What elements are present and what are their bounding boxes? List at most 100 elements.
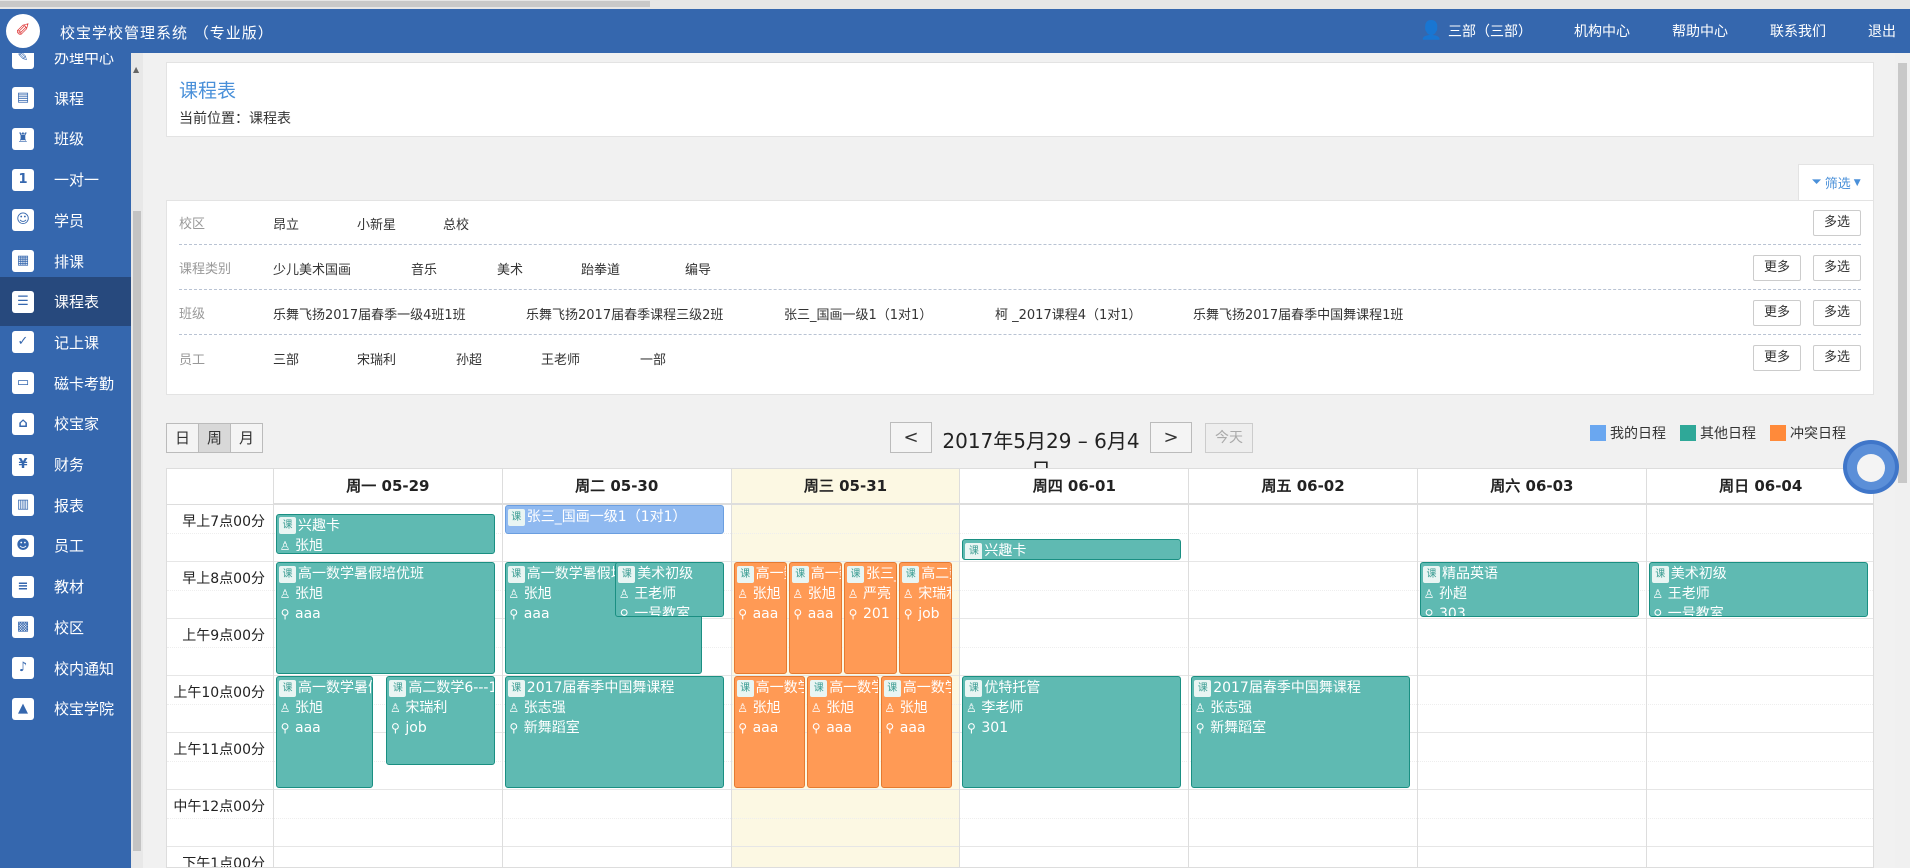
day-header[interactable]: 周一 05-29 [273,469,502,504]
timetable-icon: ☰ [12,290,34,313]
filter-button[interactable]: ⏷ 筛选 ▼ [1798,164,1874,200]
day-header[interactable]: 周二 05-30 [501,469,731,504]
bell-icon: ♪ [12,657,34,679]
filter-option[interactable]: 张三_国画一级1（1对1） [784,304,932,323]
today-button[interactable]: 今天 [1205,423,1253,453]
event-title-row: 课高一数学暑假培优班 [883,678,951,698]
multi-select-button[interactable]: 多选 [1813,210,1861,236]
filter-option[interactable]: 乐舞飞扬2017届春季课程三级2班 [526,304,723,323]
sidebar-scrollbar[interactable]: ▲ [131,53,143,868]
filter-option[interactable]: 柯 _2017课程4（1对1） [995,304,1142,323]
window-horizontal-scrollbar[interactable] [0,0,1910,9]
calendar-event[interactable]: 课高二数学6---10人大师班 ♙ 宋瑞利 ⚲ job [899,562,953,674]
next-week-button[interactable]: > [1150,422,1192,453]
sidebar-scroll-thumb[interactable] [133,211,141,851]
multi-select-button[interactable]: 多选 [1813,300,1861,326]
calendar-event[interactable]: 课高一数学暑假培优班♙张旭⚲aaa [276,562,495,674]
help-assistant-button[interactable] [1843,440,1899,494]
event-room: aaa [295,606,321,622]
filter-option[interactable]: 总校 [443,214,469,233]
calendar-event[interactable]: 课兴趣卡 [962,539,1182,560]
course-tag-icon: 课 [1194,679,1212,697]
multi-select-button[interactable]: 多选 [1813,255,1861,281]
link-contact[interactable]: 联系我们 [1770,21,1826,41]
event-room-row: ⚲ aaa [792,604,839,624]
event-teacher: 张志强 [523,700,566,716]
calendar-event[interactable]: 课高一数学暑假培优班♙张旭⚲aaa [276,676,374,788]
calendar-event[interactable]: 课优特托管 ♙ 李老师 ⚲ 301 [962,676,1182,788]
sidebar-item-16[interactable]: ▲ 校宝学院 [0,684,131,733]
calendar-event[interactable]: 课兴趣卡 ♙ 张旭 [276,513,495,555]
multi-select-button[interactable]: 多选 [1813,345,1861,371]
more-button[interactable]: 更多 [1753,345,1801,371]
calendar-event[interactable]: 课美术初级 ♙ 王老师 ⚲ 一号教室 [615,562,724,617]
calendar-event[interactable]: 课张三_国画一级1（1对1） [504,505,724,535]
app-logo: ✐ [6,14,40,48]
filter-option[interactable]: 一部 [640,349,666,368]
filter-option[interactable]: 乐舞飞扬2017届春季一级4班1班 [273,304,466,323]
filter-option[interactable]: 王老师 [541,349,580,368]
calendar-event[interactable]: 课张三_国画一级1（1对1） ♙ 严亮 ⚲ 201 [844,562,898,674]
calendar-event[interactable]: 课精品英语 ♙ 孙超 ⚲ 303 [1420,562,1639,617]
link-help-center[interactable]: 帮助中心 [1672,21,1728,41]
top-bar: ✐ 校宝学校管理系统 （专业版） 👤 三部（三部） 机构中心 帮助中心 联系我们… [0,9,1910,53]
location-pin-icon: ⚲ [848,607,858,621]
calendar-event[interactable]: 课 2017届春季中国舞课程 ♙ 张志强 ⚲ 新舞蹈室 [1191,676,1410,788]
event-title-row: 课高一数学暑假培优班 [736,678,804,698]
teacher-icon: ♙ [1194,701,1206,715]
link-logout[interactable]: 退出 [1868,21,1896,41]
event-room: aaa [807,606,834,622]
filter-row-1: 课程类别 少儿美术国画 音乐 美术 跆拳道 编导 更多 多选 [179,246,1861,290]
filter-options: 乐舞飞扬2017届春季一级4班1班 乐舞飞扬2017届春季课程三级2班 张三_国画一… [273,303,1861,323]
location-pin-icon: ⚲ [811,721,821,735]
filter-option[interactable]: 三部 [273,349,299,368]
link-org-center[interactable]: 机构中心 [1574,21,1630,41]
scrollbar-thumb[interactable] [0,1,650,7]
event-room-row: ⚲ 303 [1423,604,1636,616]
day-header[interactable]: 周日 06-04 [1645,469,1873,504]
prev-week-button[interactable]: < [890,422,932,453]
calendar-event[interactable]: 课高一数学暑假培优班♙张旭⚲aaa [733,676,806,788]
main-scroll-thumb[interactable] [1898,63,1907,483]
event-title-row: 课高一数学暑假培优班 [279,564,492,584]
day-header[interactable]: 周四 06-01 [959,469,1189,504]
filter-option[interactable]: 小新星 [357,214,396,233]
calendar-event[interactable]: 课 2017届春季中国舞课程 ♙ 张志强 ⚲ 新舞蹈室 [504,676,724,788]
view-week-button[interactable]: 周 [198,423,231,453]
teacher-icon: ♙ [508,701,520,715]
event-room: aaa [826,720,852,736]
legend-swatch [1590,425,1606,441]
day-header[interactable]: 周六 06-03 [1417,469,1646,504]
more-button[interactable]: 更多 [1753,300,1801,326]
more-button[interactable]: 更多 [1753,255,1801,281]
filter-option[interactable]: 孙超 [456,349,482,368]
calendar-event[interactable]: 课高一数学暑假培优班♙张旭⚲aaa [880,676,953,788]
filter-option[interactable]: 昂立 [273,214,299,233]
view-day-button[interactable]: 日 [166,423,199,453]
event-room: 一号教室 [634,606,691,617]
filter-option[interactable]: 编导 [685,259,711,278]
user-menu[interactable]: 👤 三部（三部） [1420,21,1532,41]
filter-option[interactable]: 少儿美术国画 [273,259,351,278]
calendar-event[interactable]: 课高一数学暑假培优班♙张旭⚲aaa [807,676,879,788]
teacher-icon: ♙ [279,538,291,553]
calendar-event[interactable]: 课高一数学暑假培优班♙张旭⚲aaa [788,562,842,674]
calendar-event[interactable]: 课高二数学6---10人大师班 ♙ 宋瑞利 ⚲ job [386,676,495,766]
event-teacher-row: ♙ 张旭 [810,698,876,718]
staff-icon: ☻ [12,534,34,557]
event-teacher: 王老师 [634,586,677,602]
day-header[interactable]: 周三 05-31 [730,469,960,504]
filter-option[interactable]: 乐舞飞扬2017届春季中国舞课程1班 [1193,304,1403,323]
view-month-button[interactable]: 月 [230,423,263,453]
filter-option[interactable]: 跆拳道 [581,259,620,278]
filter-label: 筛选 [1824,177,1851,192]
calendar-event[interactable]: 课美术初级 ♙ 王老师 ⚲ 一号教室 [1648,562,1868,617]
location-pin-icon: ⚲ [738,607,747,621]
filter-option[interactable]: 音乐 [411,259,437,278]
event-title: 高二数学6---10人大师班 [408,680,493,696]
day-header[interactable]: 周五 06-02 [1188,469,1417,504]
filter-option[interactable]: 宋瑞利 [357,349,396,368]
scroll-up-icon[interactable]: ▲ [133,65,139,74]
filter-option[interactable]: 美术 [497,259,523,278]
calendar-event[interactable]: 课高一数学暑假培优班♙张旭⚲aaa [733,562,787,674]
